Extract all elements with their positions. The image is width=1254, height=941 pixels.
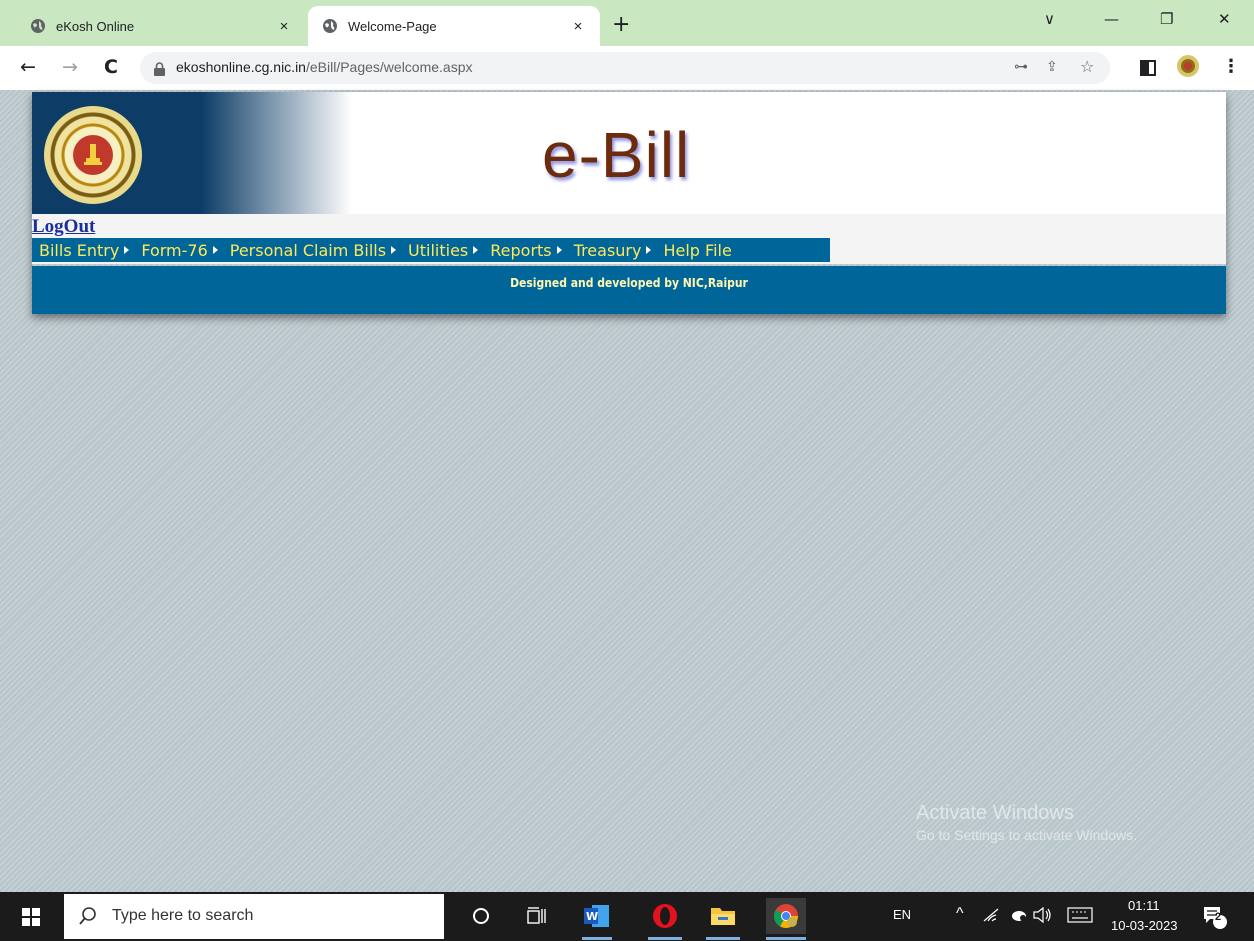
cloud-sync-icon[interactable] [1008,904,1030,926]
url-path: /eBill/Pages/welcome.aspx [305,59,473,75]
wifi-icon[interactable] [980,904,1002,926]
submenu-arrow-icon [212,246,218,254]
menu-reports[interactable]: Reports [483,241,566,260]
menu-label: Help File [663,240,732,260]
lock-icon[interactable] [154,61,165,80]
forward-button[interactable]: → [62,56,78,78]
word-app-icon[interactable]: W [582,902,612,930]
word-running-indicator [582,937,612,940]
submenu-arrow-icon [646,246,652,254]
menu-treasury[interactable]: Treasury [567,241,657,260]
close-tab-icon[interactable]: × [274,18,294,35]
url-text: ekoshonline.cg.nic.in/eBill/Pages/welcom… [176,59,473,75]
page-footer: Designed and developed by NIC,Raipur [32,266,1226,314]
globe-icon [30,18,46,34]
password-key-icon[interactable]: ⊶ [1014,59,1028,75]
footer-credit: Designed and developed by NIC,Raipur [510,276,748,290]
menu-label: Treasury [573,240,642,260]
menu-help-file[interactable]: Help File [656,241,736,260]
url-domain: ekoshonline.cg.nic.in [176,59,306,75]
svg-text:W: W [586,910,598,923]
windows-start-icon[interactable] [22,908,40,930]
close-window-button[interactable]: ✕ [1218,10,1231,28]
close-tab-icon[interactable]: × [568,18,588,35]
new-tab-button[interactable]: + [612,12,630,38]
chrome-app-icon[interactable] [766,898,806,934]
tab-search-dropdown-icon[interactable]: ∨ [1044,10,1055,28]
bookmark-star-icon[interactable]: ☆ [1080,57,1094,76]
side-panel-icon[interactable] [1140,60,1156,80]
cortana-icon[interactable] [466,902,496,930]
keyboard-icon[interactable] [1066,904,1094,926]
profile-avatar[interactable] [1176,54,1200,82]
menu-label: Bills Entry [39,240,120,260]
header-banner: e-Bill [32,92,1226,214]
menu-bills-entry[interactable]: Bills Entry [32,241,134,260]
submenu-arrow-icon [124,246,130,254]
address-bar[interactable]: ekoshonline.cg.nic.in/eBill/Pages/welcom… [140,52,1110,84]
clock-date[interactable]: 10-03-2023 [1111,918,1178,933]
activate-windows-watermark: Activate Windows Go to Settings to activ… [916,802,1137,843]
restore-button[interactable]: ❐ [1160,10,1173,28]
emblem-center [73,135,113,175]
browser-toolbar: ← → C ekoshonline.cg.nic.in/eBill/Pages/… [0,46,1254,90]
volume-icon[interactable] [1032,904,1054,926]
browser-menu-icon[interactable]: ⋮ [1222,56,1240,77]
share-icon[interactable]: ⇪ [1046,59,1058,75]
globe-icon [322,18,338,34]
browser-tabstrip: eKosh Online × Welcome-Page × + ∨ — ❐ ✕ [0,0,1254,46]
notification-count: 2 [1215,911,1222,923]
tab-title: eKosh Online [56,18,135,34]
opera-running-indicator [648,937,682,940]
menu-label: Reports [490,240,552,260]
clock-time[interactable]: 01:11 [1128,898,1160,913]
submenu-arrow-icon [473,246,479,254]
back-button[interactable]: ← [20,56,36,78]
menu-personal-claim-bills[interactable]: Personal Claim Bills [223,241,401,260]
search-icon [78,906,98,930]
windows-taskbar: Type here to search W EN ^ 01:11 10-03-2… [0,892,1254,941]
reload-button[interactable]: C [104,56,118,78]
language-indicator[interactable]: EN [893,907,911,922]
logout-link[interactable]: LogOut [32,216,95,238]
ebill-title: e-Bill [542,119,691,191]
search-placeholder: Type here to search [112,907,254,924]
file-explorer-icon[interactable] [708,902,738,930]
watermark-subtitle: Go to Settings to activate Windows. [916,827,1137,843]
chhattisgarh-emblem-logo [44,106,142,204]
show-hidden-icons-chevron-icon[interactable]: ^ [956,905,964,923]
tab-ekosh-online[interactable]: eKosh Online × [16,6,306,46]
menu-label: Utilities [408,240,469,260]
menu-utilities[interactable]: Utilities [401,241,483,260]
page-viewport: e-Bill LogOut Bills Entry Form-76 Person… [0,90,1254,892]
task-view-icon[interactable] [522,902,552,930]
taskbar-search-box[interactable]: Type here to search [64,894,444,939]
submenu-arrow-icon [391,246,397,254]
menu-form-76[interactable]: Form-76 [134,241,222,260]
tab-welcome-page[interactable]: Welcome-Page × [308,6,600,46]
opera-app-icon[interactable] [650,902,680,930]
submenu-arrow-icon [556,246,562,254]
main-menu-bar: Bills Entry Form-76 Personal Claim Bills… [32,238,830,262]
ebill-panel: e-Bill LogOut Bills Entry Form-76 Person… [32,92,1226,314]
menu-label: Form-76 [141,240,208,260]
explorer-running-indicator [706,937,740,940]
watermark-title: Activate Windows [916,802,1074,824]
chrome-running-indicator [766,937,806,940]
menu-area: LogOut Bills Entry Form-76 Personal Clai… [32,214,1226,264]
tab-title: Welcome-Page [348,18,437,34]
menu-label: Personal Claim Bills [229,240,387,260]
minimize-button[interactable]: — [1104,10,1119,28]
